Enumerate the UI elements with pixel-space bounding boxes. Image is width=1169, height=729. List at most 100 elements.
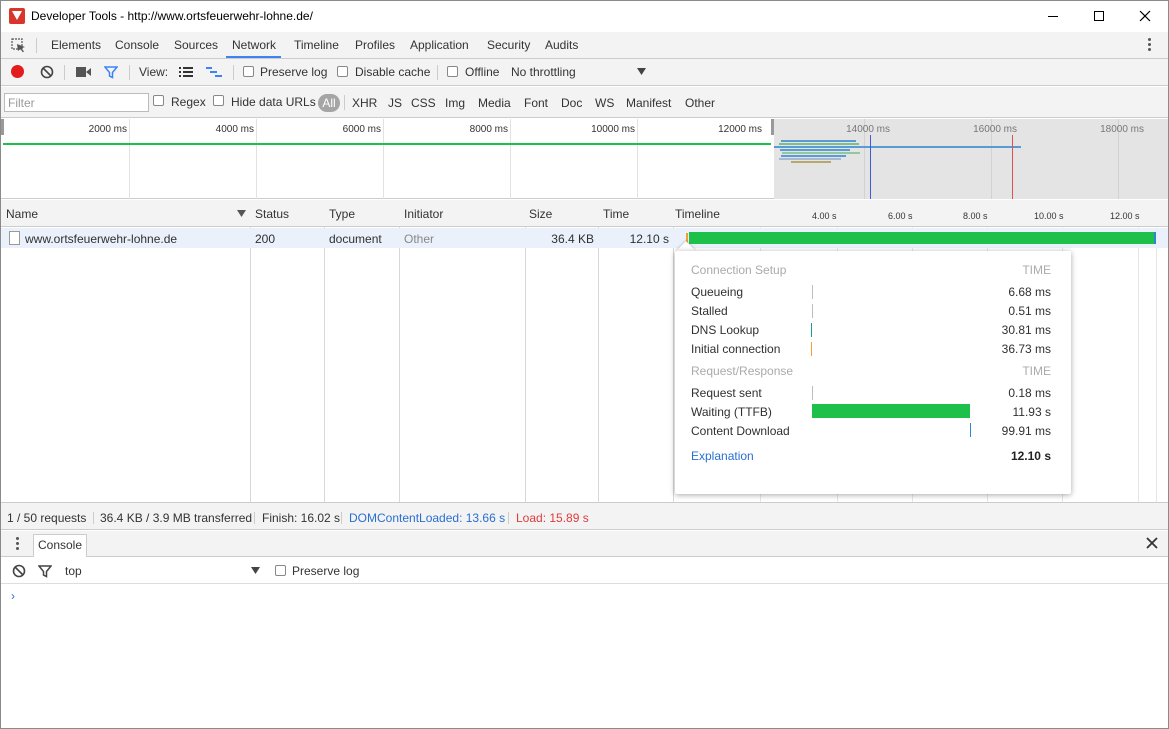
tab-timeline[interactable]: Timeline [294, 38, 339, 52]
filter-type-font[interactable]: Font [524, 96, 548, 110]
overview-tick: 6000 ms [342, 124, 381, 135]
filter-type-media[interactable]: Media [478, 96, 511, 110]
offline-checkbox[interactable] [447, 66, 458, 77]
timing-label: DNS Lookup [691, 323, 760, 337]
clear-console-icon[interactable] [12, 564, 26, 578]
filter-type-all[interactable]: All [318, 94, 340, 112]
throttling-select[interactable]: No throttling [511, 65, 576, 79]
close-window-button[interactable] [1122, 1, 1168, 31]
timing-bar [812, 304, 813, 318]
timing-bar [811, 342, 812, 356]
filter-input[interactable] [4, 93, 149, 112]
column-header-name[interactable]: Name [6, 207, 38, 221]
minimize-button[interactable] [1030, 1, 1076, 31]
timing-bar [970, 423, 971, 437]
filter-type-manifest[interactable]: Manifest [626, 96, 671, 110]
overview-right-handle[interactable] [771, 119, 774, 135]
timing-value: 6.68 ms [1008, 285, 1051, 299]
overview-request-bar [782, 152, 860, 154]
more-options-icon[interactable] [1148, 38, 1152, 52]
sort-descending-icon[interactable] [237, 210, 246, 217]
divider [254, 512, 255, 524]
column-header-timeline[interactable]: Timeline [675, 207, 720, 221]
chevron-down-icon[interactable] [251, 567, 260, 574]
drawer-menu-icon[interactable] [16, 537, 19, 552]
preserve-log-checkbox[interactable] [243, 66, 254, 77]
explanation-link[interactable]: Explanation [691, 449, 754, 463]
filter-type-other[interactable]: Other [685, 96, 715, 110]
large-rows-icon[interactable] [179, 67, 193, 77]
overview-tick: 16000 ms [973, 124, 1017, 135]
tab-sources[interactable]: Sources [174, 38, 218, 52]
filter-type-xhr[interactable]: XHR [352, 96, 377, 110]
filter-type-css[interactable]: CSS [411, 96, 436, 110]
timing-label: Stalled [691, 304, 728, 318]
filter-type-js[interactable]: JS [388, 96, 402, 110]
close-drawer-icon[interactable] [1146, 537, 1158, 549]
tab-audits[interactable]: Audits [545, 38, 578, 52]
regex-label: Regex [171, 95, 206, 109]
timing-value: 11.93 s [1012, 405, 1051, 419]
window-title: Developer Tools - http://www.ortsfeuerwe… [31, 9, 313, 23]
filter-icon[interactable] [104, 65, 118, 79]
tab-profiles[interactable]: Profiles [355, 38, 395, 52]
view-label: View: [139, 65, 169, 79]
time-heading: TIME [1022, 263, 1051, 277]
filter-type-img[interactable]: Img [445, 96, 465, 110]
overview-gridline [129, 119, 130, 199]
timeline-tick: 8.00 s [963, 211, 988, 221]
time-heading: TIME [1022, 364, 1051, 378]
timing-label: Request sent [691, 386, 762, 400]
capture-screenshots-icon[interactable] [76, 66, 92, 78]
timing-bar [812, 386, 813, 400]
console-preserve-log-checkbox[interactable] [275, 565, 286, 576]
tab-application[interactable]: Application [410, 38, 469, 52]
overview-gridline [256, 119, 257, 199]
console-toolbar: top Preserve log [1, 557, 1168, 584]
column-header-type[interactable]: Type [329, 207, 355, 221]
tab-security[interactable]: Security [487, 38, 530, 52]
vivaldi-logo-icon [9, 8, 25, 24]
tab-elements[interactable]: Elements [51, 38, 101, 52]
request-initiator: Other [404, 232, 435, 246]
overview-request-bar [781, 155, 846, 157]
timing-bar [812, 285, 813, 299]
overview-icon[interactable] [206, 67, 222, 77]
request-size: 36.4 KB [551, 232, 594, 246]
connection-setup-heading: Connection Setup [691, 263, 787, 277]
overview-request-bar [779, 158, 841, 160]
overview-tick: 4000 ms [215, 124, 254, 135]
hide-data-urls-checkbox[interactable] [213, 95, 224, 106]
drawer-tab-console[interactable]: Console [33, 534, 87, 557]
console-filter-icon[interactable] [38, 564, 52, 578]
column-header-size[interactable]: Size [529, 207, 552, 221]
inspect-element-icon[interactable] [11, 38, 26, 53]
column-header-status[interactable]: Status [255, 207, 289, 221]
filter-type-doc[interactable]: Doc [561, 96, 582, 110]
disable-cache-checkbox[interactable] [337, 66, 348, 77]
tab-network[interactable]: Network [232, 38, 276, 52]
maximize-button[interactable] [1076, 1, 1122, 31]
column-header-time[interactable]: Time [603, 207, 629, 221]
clear-icon[interactable] [40, 65, 54, 79]
network-overview[interactable]: 2000 ms 4000 ms 6000 ms 8000 ms 10000 ms… [1, 119, 1168, 199]
chevron-down-icon[interactable] [637, 68, 646, 75]
request-status: 200 [255, 232, 276, 246]
overview-gridline [637, 119, 638, 199]
regex-checkbox[interactable] [153, 95, 164, 106]
requests-table-header: Name Status Type Initiator Size Time Tim… [1, 200, 1168, 227]
waterfall-waiting-bar[interactable] [689, 232, 1154, 244]
request-count: 1 / 50 requests [7, 511, 87, 525]
request-name[interactable]: www.ortsfeuerwehr-lohne.de [25, 232, 177, 246]
overview-tick: 12000 ms [718, 124, 762, 135]
overview-tick: 14000 ms [846, 124, 890, 135]
console-prompt[interactable]: › [11, 589, 15, 603]
divider [36, 38, 37, 53]
overview-left-handle[interactable] [1, 119, 4, 135]
record-icon[interactable] [11, 65, 24, 78]
timing-bar [812, 404, 970, 418]
context-selector[interactable]: top [65, 564, 82, 578]
column-header-initiator[interactable]: Initiator [404, 207, 443, 221]
tab-console[interactable]: Console [115, 38, 159, 52]
filter-type-ws[interactable]: WS [595, 96, 614, 110]
